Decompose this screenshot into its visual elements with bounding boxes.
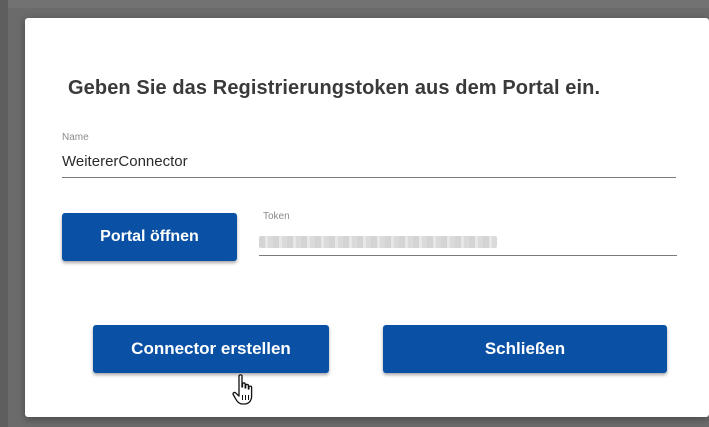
dialog-heading: Geben Sie das Registrierungstoken aus de… bbox=[68, 77, 601, 99]
registration-dialog: Geben Sie das Registrierungstoken aus de… bbox=[25, 18, 709, 417]
open-portal-button[interactable]: Portal öffnen bbox=[62, 213, 237, 261]
name-field-underline bbox=[62, 177, 676, 178]
create-connector-button[interactable]: Connector erstellen bbox=[93, 325, 329, 373]
backdrop-left bbox=[0, 0, 8, 427]
token-field-underline bbox=[259, 255, 677, 256]
token-input[interactable] bbox=[259, 236, 497, 248]
name-field: Name bbox=[62, 132, 676, 180]
close-button[interactable]: Schließen bbox=[383, 325, 667, 373]
hand-pointer-icon bbox=[232, 374, 253, 405]
name-input[interactable] bbox=[62, 150, 676, 172]
token-field: Token bbox=[259, 211, 677, 259]
token-field-label: Token bbox=[263, 211, 290, 222]
name-field-label: Name bbox=[62, 132, 89, 143]
backdrop-top bbox=[0, 0, 709, 8]
